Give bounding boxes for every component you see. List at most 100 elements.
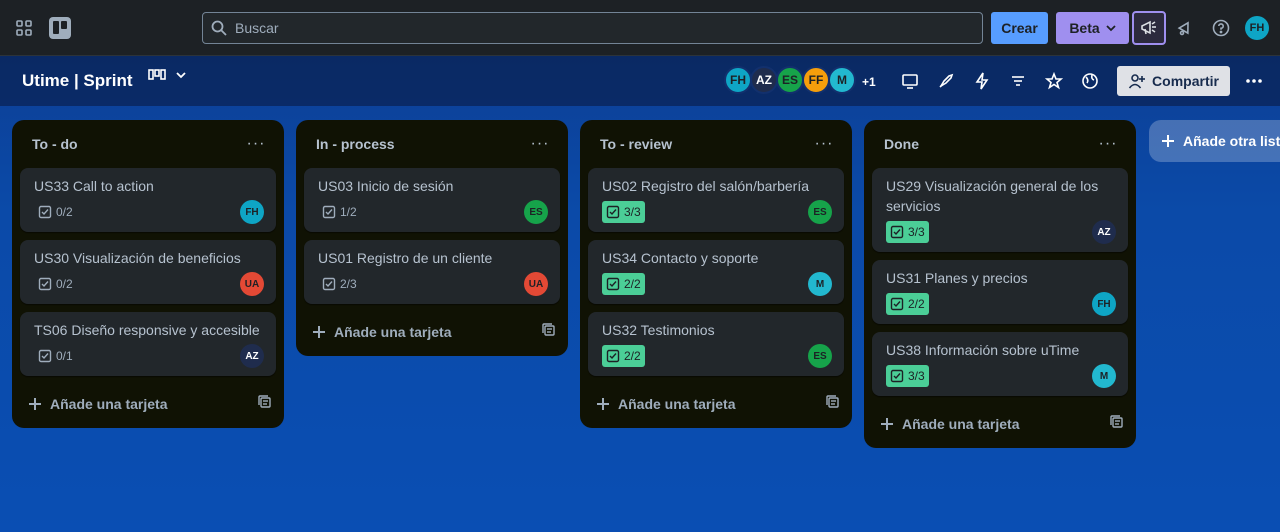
- help-icon[interactable]: [1205, 12, 1237, 44]
- list-column[interactable]: To - review ··· US02 Registro del salón/…: [580, 120, 852, 428]
- checklist-icon: [890, 369, 904, 383]
- task-card[interactable]: US34 Contacto y soporte 2/2 M: [588, 240, 844, 304]
- task-card[interactable]: US01 Registro de un cliente 2/3 UA: [304, 240, 560, 304]
- card-footer: 2/2 ES: [602, 344, 832, 368]
- plus-icon: [313, 326, 325, 338]
- user-avatar[interactable]: FH: [1245, 16, 1269, 40]
- add-card-row: Añade una tarjeta: [580, 384, 852, 424]
- board-members[interactable]: FH AZ ES FF M +1: [724, 66, 876, 94]
- megaphone-icon[interactable]: [1132, 11, 1166, 45]
- search-icon: [211, 20, 227, 36]
- top-navigation-bar: Crear Beta FH: [0, 0, 1280, 56]
- add-list-button[interactable]: Añade otra lista: [1149, 120, 1280, 162]
- create-button[interactable]: Crear: [991, 12, 1048, 44]
- card-footer: 3/3 ES: [602, 200, 832, 224]
- member-avatar[interactable]: ES: [776, 66, 804, 94]
- checklist-count: 0/2: [56, 277, 73, 291]
- board-title[interactable]: Utime | Sprint: [22, 71, 133, 91]
- list-menu-icon[interactable]: ···: [808, 135, 840, 153]
- task-card[interactable]: US03 Inicio de sesión 1/2 ES: [304, 168, 560, 232]
- add-card-button[interactable]: Añade una tarjeta: [312, 324, 451, 340]
- card-member-avatar[interactable]: FH: [240, 200, 264, 224]
- filter-icon[interactable]: [1002, 65, 1034, 97]
- task-card[interactable]: US02 Registro del salón/barbería 3/3 ES: [588, 168, 844, 232]
- list-header: To - review ···: [580, 120, 852, 168]
- search-box[interactable]: [202, 12, 983, 44]
- card-member-avatar[interactable]: ES: [524, 200, 548, 224]
- search-input[interactable]: [235, 20, 935, 36]
- automation-bolt-icon[interactable]: [966, 65, 998, 97]
- list-menu-icon[interactable]: ···: [1092, 135, 1124, 153]
- share-button[interactable]: Compartir: [1117, 66, 1230, 96]
- visibility-globe-icon[interactable]: [1074, 65, 1106, 97]
- checklist-icon: [38, 205, 52, 219]
- list-title[interactable]: In - process: [316, 136, 395, 152]
- list-title[interactable]: To - do: [32, 136, 78, 152]
- card-member-avatar[interactable]: M: [808, 272, 832, 296]
- checklist-count: 2/2: [908, 297, 925, 311]
- task-card[interactable]: US38 Información sobre uTime 3/3 M: [872, 332, 1128, 396]
- task-card[interactable]: TS06 Diseño responsive y accesible 0/1 A…: [20, 312, 276, 376]
- checklist-badge: 0/1: [34, 345, 77, 367]
- member-avatar[interactable]: FF: [802, 66, 830, 94]
- card-member-avatar[interactable]: AZ: [1092, 220, 1116, 244]
- checklist-icon: [322, 205, 336, 219]
- checklist-badge: 2/3: [318, 273, 361, 295]
- task-card[interactable]: US29 Visualización general de los servic…: [872, 168, 1128, 252]
- card-member-avatar[interactable]: UA: [524, 272, 548, 296]
- plus-icon: [597, 398, 609, 410]
- card-footer: 2/2 M: [602, 272, 832, 296]
- add-card-button[interactable]: Añade una tarjeta: [880, 416, 1019, 432]
- card-view-icon[interactable]: [894, 65, 926, 97]
- list-column[interactable]: In - process ··· US03 Inicio de sesión 1…: [296, 120, 568, 356]
- plus-icon: [1162, 135, 1174, 147]
- notifications-bell-icon[interactable]: [1169, 12, 1201, 44]
- card-member-avatar[interactable]: ES: [808, 344, 832, 368]
- list-menu-icon[interactable]: ···: [524, 135, 556, 153]
- card-template-icon[interactable]: [1110, 414, 1124, 434]
- card-member-avatar[interactable]: FH: [1092, 292, 1116, 316]
- add-card-button[interactable]: Añade una tarjeta: [28, 396, 167, 412]
- beta-button[interactable]: Beta: [1056, 12, 1129, 44]
- list-title[interactable]: To - review: [600, 136, 672, 152]
- checklist-count: 2/3: [340, 277, 357, 291]
- task-card[interactable]: US32 Testimonios 2/2 ES: [588, 312, 844, 376]
- card-member-avatar[interactable]: M: [1092, 364, 1116, 388]
- list-header: Done ···: [864, 120, 1136, 168]
- board-view-switcher[interactable]: [147, 65, 187, 85]
- card-footer: 2/2 FH: [886, 292, 1116, 316]
- more-members-count[interactable]: +1: [862, 75, 876, 89]
- checklist-icon: [606, 205, 620, 219]
- member-avatar[interactable]: AZ: [750, 66, 778, 94]
- task-card[interactable]: US31 Planes y precios 2/2 FH: [872, 260, 1128, 324]
- list-menu-icon[interactable]: ···: [240, 135, 272, 153]
- card-member-avatar[interactable]: AZ: [240, 344, 264, 368]
- app-switcher-icon[interactable]: [8, 12, 40, 44]
- task-card[interactable]: US33 Call to action 0/2 FH: [20, 168, 276, 232]
- star-icon[interactable]: [1038, 65, 1070, 97]
- card-member-avatar[interactable]: UA: [240, 272, 264, 296]
- task-card[interactable]: US30 Visualización de beneficios 0/2 UA: [20, 240, 276, 304]
- share-label: Compartir: [1152, 73, 1219, 89]
- card-template-icon[interactable]: [542, 322, 556, 342]
- add-card-row: Añade una tarjeta: [864, 404, 1136, 444]
- list-title[interactable]: Done: [884, 136, 919, 152]
- power-ups-rocket-icon[interactable]: [930, 65, 962, 97]
- list-column[interactable]: Done ··· US29 Visualización general de l…: [864, 120, 1136, 448]
- add-card-button[interactable]: Añade una tarjeta: [596, 396, 735, 412]
- trello-logo-icon[interactable]: [44, 12, 76, 44]
- card-footer: 0/2 UA: [34, 272, 264, 296]
- checklist-icon: [38, 277, 52, 291]
- card-template-icon[interactable]: [258, 394, 272, 414]
- list-column[interactable]: To - do ··· US33 Call to action 0/2 FH U…: [12, 120, 284, 428]
- add-card-label: Añade una tarjeta: [902, 416, 1020, 432]
- member-avatar[interactable]: FH: [724, 66, 752, 94]
- card-member-avatar[interactable]: ES: [808, 200, 832, 224]
- card-list: US02 Registro del salón/barbería 3/3 ES …: [580, 168, 852, 376]
- card-title: US33 Call to action: [34, 178, 154, 194]
- member-avatar[interactable]: M: [828, 66, 856, 94]
- more-options-icon[interactable]: [1238, 65, 1270, 97]
- checklist-icon: [606, 349, 620, 363]
- card-footer: 3/3 M: [886, 364, 1116, 388]
- card-template-icon[interactable]: [826, 394, 840, 414]
